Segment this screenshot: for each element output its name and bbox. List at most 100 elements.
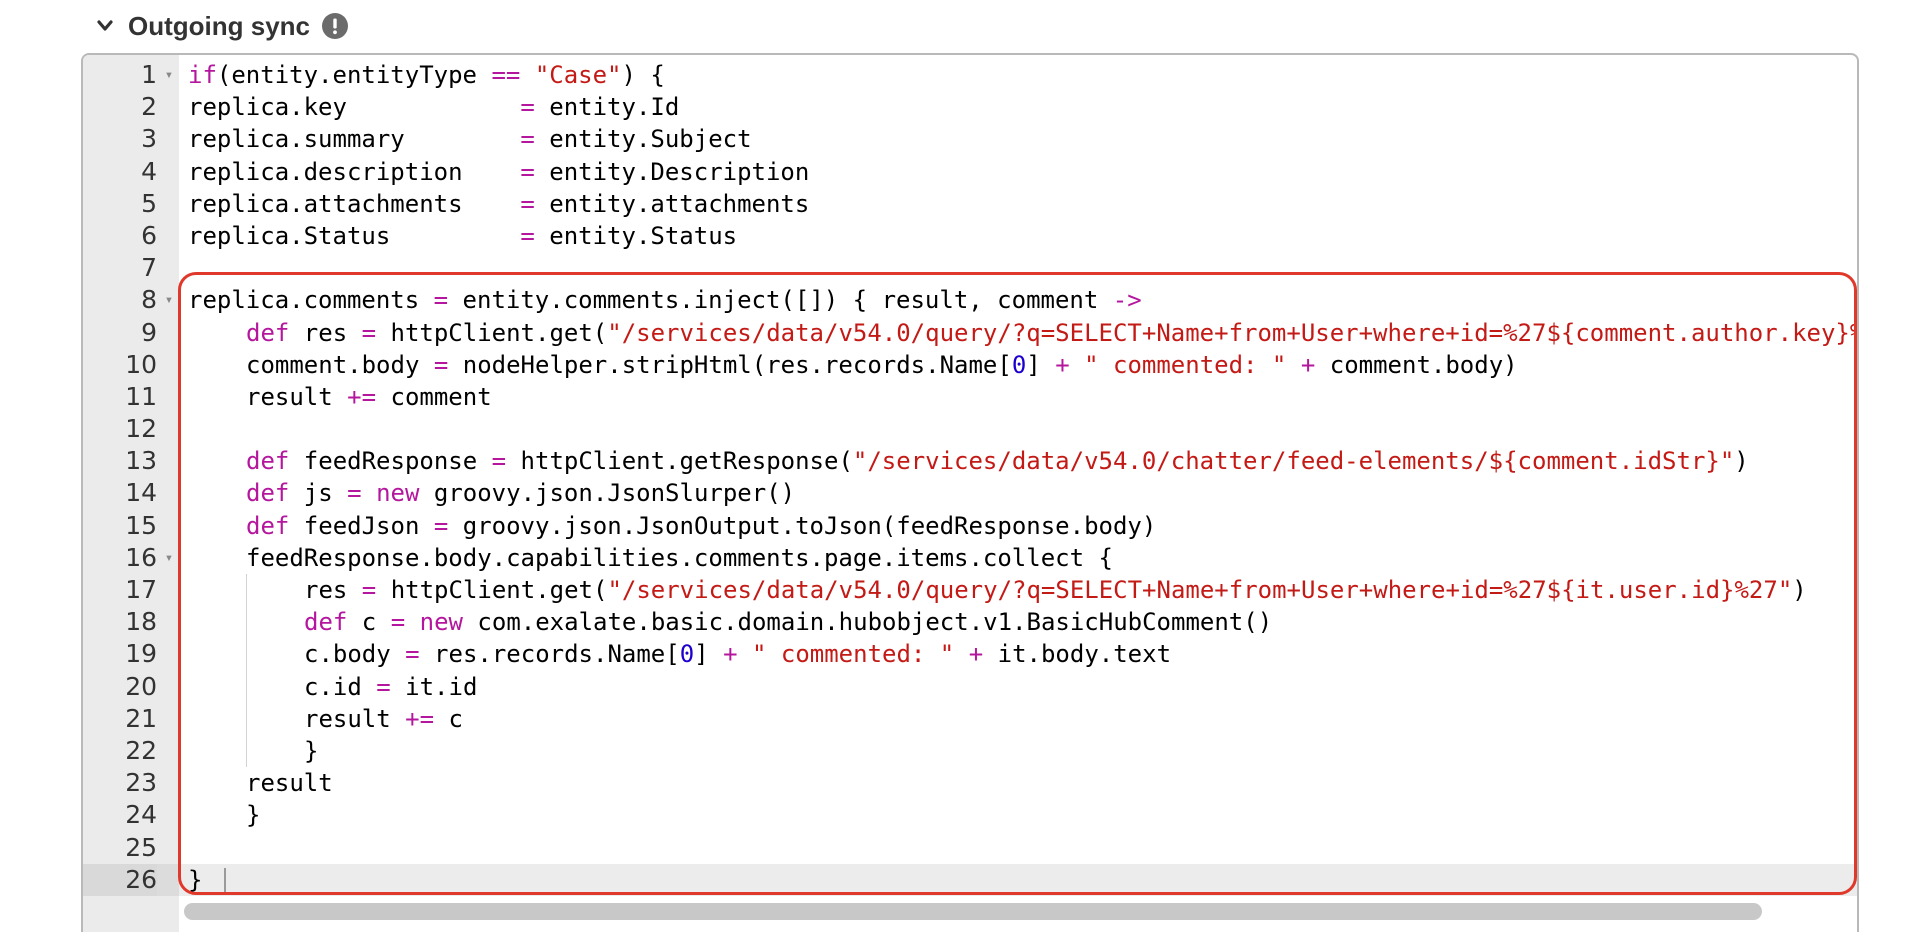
code-token: entity.Id xyxy=(534,93,680,122)
code-text[interactable]: def c = new com.exalate.basic.domain.hub… xyxy=(188,606,1857,639)
code-editor[interactable]: 1 ▾ if(entity.entityType == "Case") {2 repl… xyxy=(81,53,1859,932)
line-number: 2 xyxy=(141,92,157,122)
code-line[interactable]: 2 replica.key = entity.Id xyxy=(83,91,1857,123)
code-line[interactable]: 6 replica.Status = entity.Status xyxy=(83,220,1857,252)
code-text[interactable]: result += c xyxy=(188,702,1857,735)
code-line[interactable]: 19 c.body = res.records.Name[0] + " comme… xyxy=(83,638,1857,671)
code-line[interactable]: 15 def feedJson = groovy.json.JsonOutput.… xyxy=(83,510,1857,542)
fold-arrow-icon[interactable]: ▾ xyxy=(163,542,175,574)
code-text[interactable]: } xyxy=(188,799,1857,831)
code-token: c.body xyxy=(304,640,406,669)
code-token: += xyxy=(347,382,377,411)
code-line[interactable]: 24} xyxy=(83,799,1857,831)
code-line[interactable]: 14 def js = new groovy.json.JsonSlurper() xyxy=(83,477,1857,509)
code-text[interactable]: result xyxy=(188,767,1857,799)
code-line[interactable]: 23 result xyxy=(83,767,1857,799)
code-line[interactable]: 7 xyxy=(83,252,1857,284)
code-token: ) xyxy=(1734,447,1749,476)
code-line[interactable]: 11 result += comment xyxy=(83,381,1857,413)
code-token: entity.attachments xyxy=(534,189,810,218)
code-text[interactable]: def res = httpClient.get("/services/data… xyxy=(188,317,1857,349)
code-token: = xyxy=(520,93,535,122)
code-token: (entity.entityType xyxy=(216,61,492,89)
fold-arrow-icon[interactable]: ▾ xyxy=(163,59,175,91)
code-text[interactable]: feedResponse.body.capabilities.comments.… xyxy=(188,542,1857,574)
code-line[interactable]: 4 replica.description = entity.Descriptio… xyxy=(83,156,1857,188)
line-number: 4 xyxy=(141,156,157,186)
code-line[interactable]: 18 def c = new com.exalate.basic.domain.h… xyxy=(83,606,1857,639)
code-token: + xyxy=(1300,350,1316,379)
code-line[interactable]: 26} xyxy=(83,863,1857,896)
code-token: def xyxy=(304,608,348,637)
exclamation-circle-icon[interactable] xyxy=(322,13,348,39)
section-header[interactable]: Outgoing sync xyxy=(94,4,348,48)
code-token: replica.comments xyxy=(188,286,434,315)
code-token: = xyxy=(390,608,406,637)
code-text[interactable]: def feedJson = groovy.json.JsonOutput.to… xyxy=(188,510,1857,542)
code-token: = xyxy=(520,125,535,154)
code-token: = xyxy=(347,479,362,508)
code-token: } xyxy=(246,801,261,830)
code-text[interactable]: replica.comments = entity.comments.injec… xyxy=(188,284,1857,316)
code-token: new xyxy=(376,479,420,508)
code-line[interactable]: 12 xyxy=(83,413,1857,445)
section-title: Outgoing sync xyxy=(128,10,310,41)
code-line[interactable]: 16 ▾ feedResponse.body.capabilities.commen… xyxy=(83,542,1857,574)
code-content: def feedResponse = httpClient.getRespons… xyxy=(188,447,1749,475)
code-line[interactable]: 13 def feedResponse = httpClient.getRespo… xyxy=(83,445,1857,477)
code-token: replica.summary xyxy=(188,125,521,154)
line-number: 17 xyxy=(125,575,157,604)
chevron-down-icon[interactable] xyxy=(94,15,116,37)
code-content: } xyxy=(188,737,318,765)
code-line[interactable]: 8 ▾ replica.comments = entity.comments.inj… xyxy=(83,284,1857,316)
code-token: def xyxy=(246,447,290,476)
code-text[interactable]: c.body = res.records.Name[0] + " comment… xyxy=(188,638,1857,671)
code-text[interactable]: def js = new groovy.json.JsonSlurper() xyxy=(188,477,1857,509)
code-token: 0 xyxy=(1011,350,1027,379)
code-text[interactable]: } xyxy=(188,734,1857,768)
code-line[interactable]: 1 ▾ if(entity.entityType == "Case") { xyxy=(83,59,1857,91)
code-line[interactable]: 20 c.id = it.id xyxy=(83,670,1857,703)
line-number: 14 xyxy=(125,478,157,508)
code-line[interactable]: 25 xyxy=(83,832,1857,864)
code-content: replica.Status = entity.Status xyxy=(188,222,737,250)
code-line[interactable]: 5 replica.attachments = entity.attachment… xyxy=(83,188,1857,220)
code-token: httpClient.get( xyxy=(376,576,608,604)
code-token: replica.description xyxy=(188,157,521,186)
line-number: 3 xyxy=(141,124,157,154)
code-line[interactable]: 17 res = httpClient.get("/services/data/v… xyxy=(83,574,1857,607)
code-token: + xyxy=(1055,350,1070,379)
line-number: 5 xyxy=(141,188,157,218)
code-text[interactable]: res = httpClient.get("/services/data/v54… xyxy=(188,574,1857,607)
code-token: result xyxy=(246,769,333,798)
code-text[interactable]: comment.body = nodeHelper.stripHtml(res.… xyxy=(188,349,1857,381)
code-text[interactable]: replica.summary = entity.Subject xyxy=(188,123,1857,155)
code-line[interactable]: 10 comment.body = nodeHelper.stripHtml(re… xyxy=(83,349,1857,381)
code-text[interactable]: c.id = it.id xyxy=(188,670,1857,703)
code-token: it.body.text xyxy=(983,640,1172,669)
code-text[interactable]: replica.Status = entity.Status xyxy=(188,220,1857,252)
code-text[interactable]: if(entity.entityType == "Case") { xyxy=(188,59,1857,91)
indent-guide xyxy=(246,638,247,671)
code-token: c xyxy=(434,704,463,733)
code-line[interactable]: 22} xyxy=(83,734,1857,768)
code-token: " commented: " xyxy=(1084,350,1287,379)
code-text[interactable]: replica.key = entity.Id xyxy=(188,91,1857,123)
code-text[interactable]: def feedResponse = httpClient.getRespons… xyxy=(188,445,1857,477)
code-text[interactable]: result += comment xyxy=(188,381,1857,413)
code-line[interactable]: 21 result += c xyxy=(83,702,1857,735)
code-token: = xyxy=(405,640,420,669)
code-token: it.id xyxy=(390,672,478,701)
horizontal-scrollbar[interactable] xyxy=(184,903,1762,920)
code-text[interactable]: } xyxy=(188,864,1857,896)
code-line[interactable]: 9 def res = httpClient.get("/services/dat… xyxy=(83,317,1857,349)
fold-arrow-icon[interactable]: ▾ xyxy=(163,284,175,316)
code-text[interactable]: replica.attachments = entity.attachments xyxy=(188,188,1857,220)
code-token: ] xyxy=(1026,350,1056,379)
code-line[interactable]: 3 replica.summary = entity.Subject xyxy=(83,123,1857,155)
code-token: c xyxy=(347,608,391,637)
code-text[interactable]: replica.description = entity.Description xyxy=(188,156,1857,188)
